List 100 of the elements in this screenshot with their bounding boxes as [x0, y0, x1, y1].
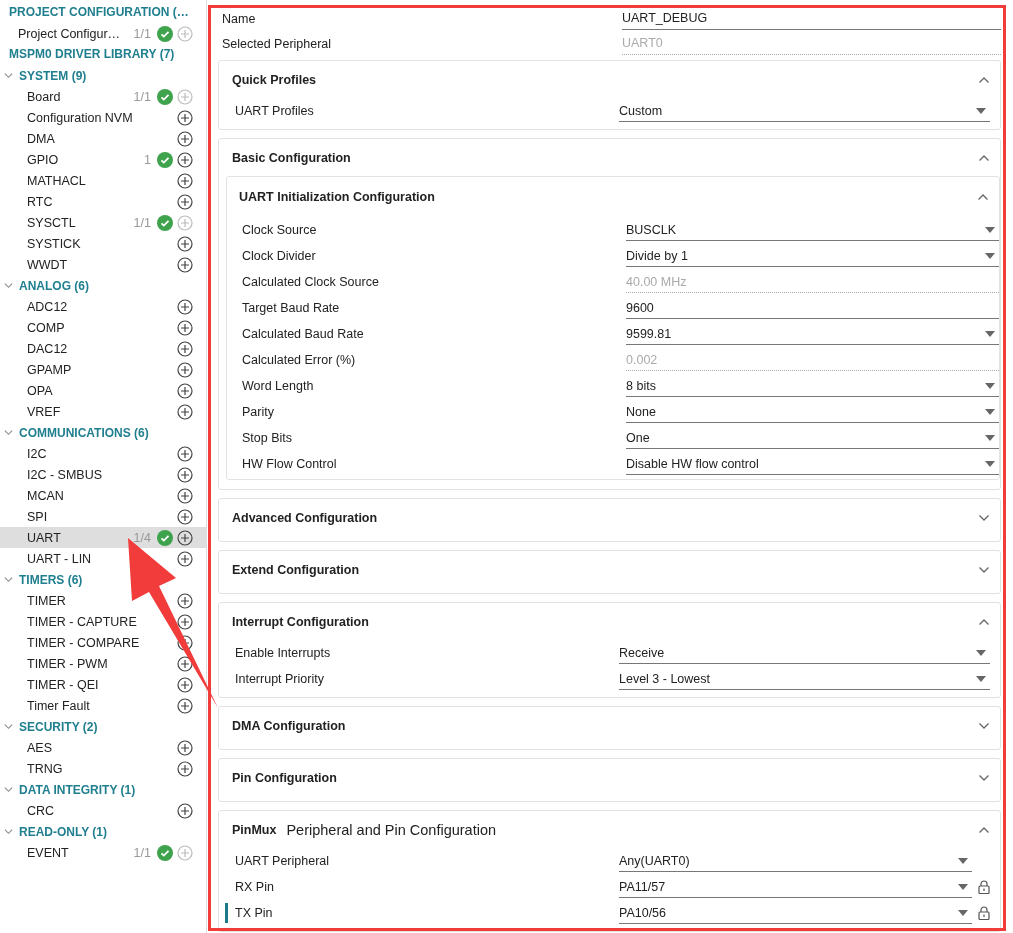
- module-item[interactable]: UART 1/4: [0, 527, 206, 548]
- value-field[interactable]: UART_DEBUG: [622, 7, 1001, 30]
- add-icon[interactable]: [177, 340, 193, 357]
- module-item[interactable]: EVENT 1/1: [0, 842, 206, 863]
- chevron-icon[interactable]: [978, 565, 990, 574]
- module-item[interactable]: WWDT: [0, 254, 206, 275]
- value-field[interactable]: 9599.81: [626, 323, 999, 345]
- module-item[interactable]: Timer Fault: [0, 695, 206, 716]
- section-header[interactable]: Basic Configuration: [219, 139, 1000, 176]
- add-icon[interactable]: [177, 445, 193, 462]
- section-header[interactable]: DMA Configuration: [219, 707, 1000, 744]
- dropdown-icon[interactable]: [985, 226, 995, 233]
- chevron-icon[interactable]: [4, 575, 13, 584]
- add-icon[interactable]: [177, 382, 193, 399]
- module-item[interactable]: MATHACL: [0, 170, 206, 191]
- value-field[interactable]: 8 bits: [626, 375, 999, 397]
- module-item[interactable]: GPIO 1: [0, 149, 206, 170]
- section-header[interactable]: UART Initialization Configuration: [227, 177, 999, 217]
- chevron-icon[interactable]: [978, 75, 990, 84]
- chevron-icon[interactable]: [978, 721, 990, 730]
- dropdown-icon[interactable]: [976, 107, 986, 114]
- module-item[interactable]: DMA: [0, 128, 206, 149]
- add-icon[interactable]: [177, 802, 193, 819]
- value-field[interactable]: Custom: [619, 100, 990, 122]
- module-item[interactable]: I2C: [0, 443, 206, 464]
- dropdown-icon[interactable]: [985, 330, 995, 337]
- chevron-icon[interactable]: [978, 617, 990, 626]
- dropdown-icon[interactable]: [985, 252, 995, 259]
- dropdown-icon[interactable]: [985, 382, 995, 389]
- add-icon[interactable]: [177, 298, 193, 315]
- category-heading[interactable]: SYSTEM (9): [0, 65, 206, 86]
- module-item[interactable]: RTC: [0, 191, 206, 212]
- module-item[interactable]: DAC12: [0, 338, 206, 359]
- value-field[interactable]: PA11/57: [619, 876, 972, 898]
- chevron-icon[interactable]: [4, 827, 13, 836]
- category-heading[interactable]: READ-ONLY (1): [0, 821, 206, 842]
- module-item[interactable]: I2C - SMBUS: [0, 464, 206, 485]
- add-icon[interactable]: [177, 403, 193, 420]
- module-item[interactable]: AES: [0, 737, 206, 758]
- value-field[interactable]: BUSCLK: [626, 219, 999, 241]
- add-icon[interactable]: [177, 361, 193, 378]
- add-icon[interactable]: [177, 130, 193, 147]
- add-icon[interactable]: [177, 151, 193, 168]
- module-item[interactable]: VREF: [0, 401, 206, 422]
- add-icon[interactable]: [177, 256, 193, 273]
- section-header[interactable]: Interrupt Configuration: [219, 603, 1000, 640]
- module-item[interactable]: TIMER - PWM: [0, 653, 206, 674]
- module-item[interactable]: COMP: [0, 317, 206, 338]
- dropdown-icon[interactable]: [985, 434, 995, 441]
- chevron-icon[interactable]: [4, 71, 13, 80]
- value-field[interactable]: None: [626, 401, 999, 423]
- value-field[interactable]: Any(UART0): [619, 850, 972, 872]
- module-item[interactable]: SYSCTL 1/1: [0, 212, 206, 233]
- module-item[interactable]: OPA: [0, 380, 206, 401]
- module-item[interactable]: SPI: [0, 506, 206, 527]
- module-item[interactable]: MCAN: [0, 485, 206, 506]
- module-item[interactable]: GPAMP: [0, 359, 206, 380]
- dropdown-icon[interactable]: [985, 460, 995, 467]
- add-icon[interactable]: [177, 655, 193, 672]
- add-icon[interactable]: [177, 760, 193, 777]
- add-icon[interactable]: [177, 109, 193, 126]
- chevron-icon[interactable]: [978, 773, 990, 782]
- lock-icon[interactable]: [978, 880, 990, 894]
- module-item[interactable]: CRC: [0, 800, 206, 821]
- chevron-icon[interactable]: [4, 785, 13, 794]
- module-item[interactable]: Project Configur… 1/1: [0, 23, 206, 44]
- module-item[interactable]: Board 1/1: [0, 86, 206, 107]
- section-header[interactable]: Pin Configuration: [219, 759, 1000, 796]
- chevron-icon[interactable]: [978, 513, 990, 522]
- value-field[interactable]: 9600: [626, 297, 999, 319]
- add-icon[interactable]: [177, 487, 193, 504]
- add-icon[interactable]: [177, 172, 193, 189]
- section-header[interactable]: Extend Configuration: [219, 551, 1000, 588]
- section-header[interactable]: Quick Profiles: [219, 61, 1000, 98]
- chevron-icon[interactable]: [978, 825, 990, 834]
- value-field[interactable]: Divide by 1: [626, 245, 999, 267]
- dropdown-icon[interactable]: [985, 408, 995, 415]
- dropdown-icon[interactable]: [976, 675, 986, 682]
- add-icon[interactable]: [177, 193, 193, 210]
- dropdown-icon[interactable]: [958, 909, 968, 916]
- module-item[interactable]: UART - LIN: [0, 548, 206, 569]
- category-heading[interactable]: SECURITY (2): [0, 716, 206, 737]
- add-icon[interactable]: [177, 613, 193, 630]
- add-icon[interactable]: [177, 697, 193, 714]
- module-item[interactable]: TIMER - CAPTURE: [0, 611, 206, 632]
- module-item[interactable]: Configuration NVM: [0, 107, 206, 128]
- add-icon[interactable]: [177, 676, 193, 693]
- add-icon[interactable]: [177, 550, 193, 567]
- lock-icon[interactable]: [978, 906, 990, 920]
- category-heading[interactable]: TIMERS (6): [0, 569, 206, 590]
- module-item[interactable]: ADC12: [0, 296, 206, 317]
- add-icon[interactable]: [177, 529, 193, 546]
- chevron-icon[interactable]: [4, 428, 13, 437]
- section-header[interactable]: PinMux Peripheral and Pin Configuration: [219, 811, 1000, 848]
- dropdown-icon[interactable]: [976, 649, 986, 656]
- value-field[interactable]: Level 3 - Lowest: [619, 668, 990, 690]
- chevron-icon[interactable]: [4, 281, 13, 290]
- dropdown-icon[interactable]: [958, 857, 968, 864]
- module-item[interactable]: TIMER - QEI: [0, 674, 206, 695]
- add-icon[interactable]: [177, 466, 193, 483]
